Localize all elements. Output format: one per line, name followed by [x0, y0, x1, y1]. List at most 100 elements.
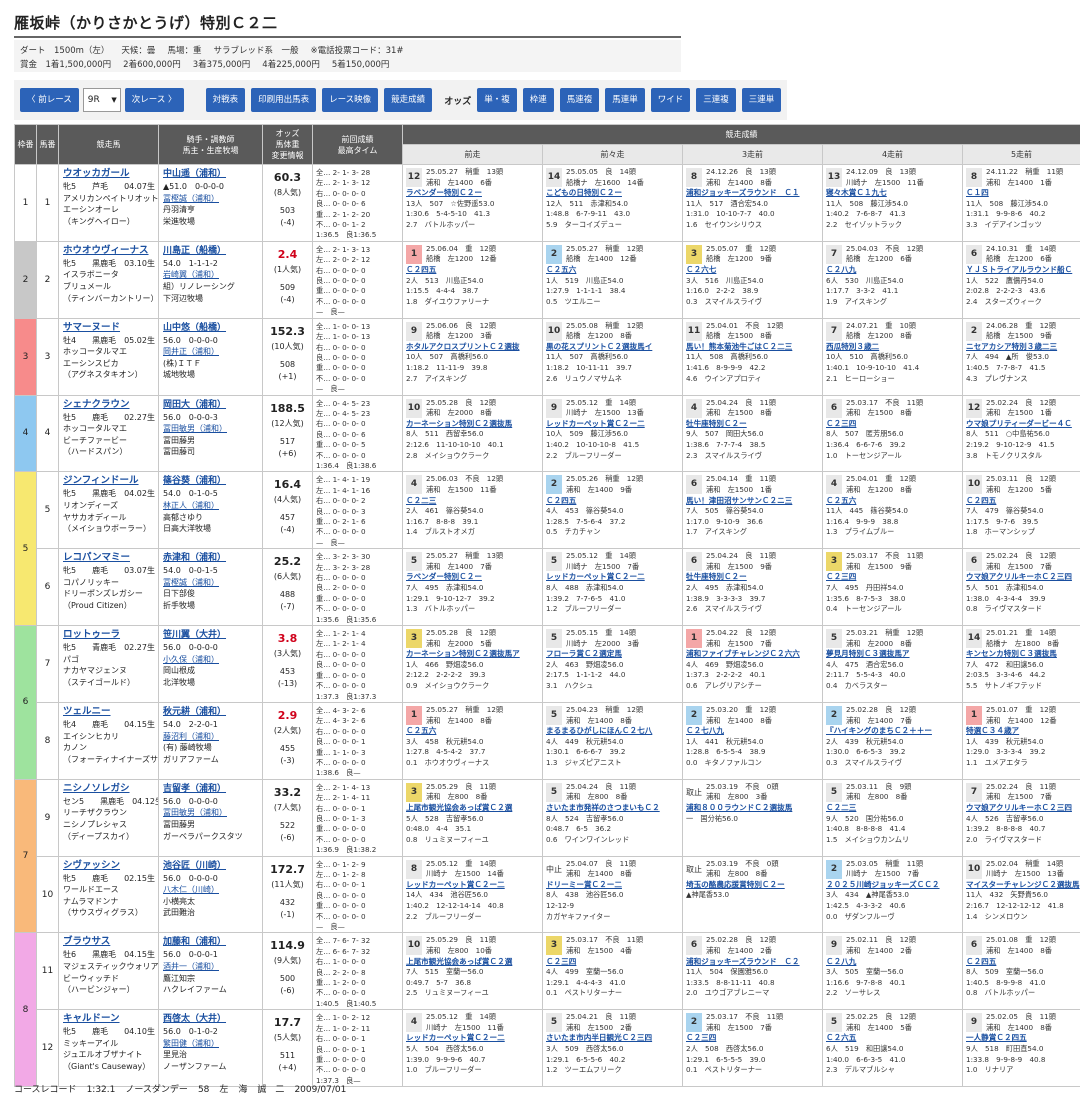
odds-exacta-button[interactable]: 馬連単 — [605, 88, 645, 112]
jockey-link[interactable]: 加藤和（浦和） — [160, 934, 262, 950]
past-race-name-link[interactable]: Ｃ２三四 — [826, 419, 960, 430]
past-race-name-link[interactable]: 浦和ファイブチャレンジＣ２六六 — [686, 649, 820, 660]
horse-name-link[interactable]: ブラウサス — [60, 934, 158, 950]
trainer-link[interactable]: 林正人（浦和） — [160, 500, 262, 512]
horse-name-link[interactable]: シヴァッシン — [60, 857, 158, 873]
past-race-name-link[interactable]: Ｃ２三四 — [546, 957, 680, 968]
jockey-link[interactable]: 笹川翼（大井） — [160, 627, 262, 643]
past-race-name-link[interactable]: キンセンカ特別Ｃ３選抜馬 — [966, 649, 1078, 660]
past-race-name-link[interactable]: さいたま市内半日観光Ｃ２三四 — [546, 1033, 680, 1044]
odds-quinella-button[interactable]: 馬連複 — [559, 88, 600, 112]
past-race-name-link[interactable]: ホタルアクロスプリントＣ２選抜 — [406, 342, 540, 353]
past-race-name-link[interactable]: Ｃ２三四 — [826, 572, 960, 583]
horse-name-link[interactable]: ツェルニー — [60, 703, 158, 719]
past-race-name-link[interactable]: レッドカーペット賞Ｃ２ー二 — [406, 1033, 540, 1044]
past-race-name-link[interactable]: 黒の花スプリントＣ２選抜馬イ — [546, 342, 680, 353]
past-race-name-link[interactable]: カーネーション特別Ｃ２選抜馬 — [406, 419, 540, 430]
odds-trio-button[interactable]: 三連複 — [696, 88, 736, 112]
race-select[interactable]: 9R — [82, 88, 121, 112]
past-race-name-link[interactable]: レッドカーペット賞Ｃ２ー二 — [406, 880, 540, 891]
past-race-name-link[interactable]: ＹＪＳトライアルラウンド船Ｃ — [966, 265, 1078, 276]
past-race-name-link[interactable]: Ｃ２六七 — [686, 265, 820, 276]
past-race-name-link[interactable]: Ｃ２五六 — [826, 496, 960, 507]
odds-trifecta-button[interactable]: 三連単 — [741, 88, 782, 112]
past-race-name-link[interactable]: 牡牛座特別Ｃ２ー — [686, 419, 820, 430]
past-race-name-link[interactable]: ウマ娘アクリルキーホＣ２三四 — [966, 803, 1078, 814]
trainer-link[interactable]: 冨田敏男（浦和） — [160, 423, 262, 435]
jockey-link[interactable]: 秋元耕（浦和） — [160, 703, 262, 719]
past-race-name-link[interactable]: Ｃ２四五 — [546, 496, 680, 507]
horse-name-link[interactable]: レコパンマミー — [60, 550, 158, 566]
past-race-name-link[interactable]: ウマ娘アクリルキーホＣ２三四 — [966, 572, 1078, 583]
past-race-name-link[interactable]: ラベンダー特別Ｃ２ー — [406, 188, 540, 199]
trainer-link[interactable]: 繁田健（浦和） — [160, 1038, 262, 1050]
jockey-link[interactable]: 池谷匠（川崎） — [160, 857, 262, 873]
trainer-link[interactable]: 岩崎翼（浦和） — [160, 269, 262, 281]
odds-wide-button[interactable]: ワイド — [650, 88, 691, 112]
past-race-name-link[interactable]: ２０２５川崎ジョッキーズＣＣ２ — [826, 880, 960, 891]
horse-name-link[interactable]: ロットゥーラ — [60, 627, 158, 643]
past-race-name-link[interactable]: こどもの日特別Ｃ２ー — [546, 188, 680, 199]
past-race-name-link[interactable]: ドリーミー賞Ｃ２ー二 — [546, 880, 680, 891]
horse-name-link[interactable]: ジンフィンドール — [60, 473, 158, 489]
trainer-link[interactable]: 藤沼利（浦和） — [160, 731, 262, 743]
past-race-name-link[interactable]: 『ハイキングのまちＣ２＋＋ー — [826, 726, 960, 737]
past-race-name-link[interactable]: Ｃ２八九 — [826, 265, 960, 276]
trainer-link[interactable]: 酒井一（浦和） — [160, 961, 262, 973]
past-race-name-link[interactable]: 浦和ジョッキーズラウンド Ｃ２ — [686, 957, 820, 968]
prev-race-button[interactable]: 〈 前レース — [20, 88, 79, 112]
horse-name-link[interactable]: キャルドーン — [60, 1011, 158, 1027]
past-race-name-link[interactable]: Ｃ１四 — [966, 188, 1078, 199]
past-race-name-link[interactable]: さいたま市発祥のさつまいもＣ２ — [546, 803, 680, 814]
past-race-name-link[interactable]: Ｃ２四五 — [966, 496, 1078, 507]
horse-name-link[interactable]: ウオッカガール — [60, 165, 158, 181]
past-race-name-link[interactable]: Ｃ２二三 — [406, 496, 540, 507]
past-race-name-link[interactable]: ウマ娘プリティーダービー４Ｃ — [966, 419, 1078, 430]
past-race-name-link[interactable]: レッドカーペット賞Ｃ２ー二 — [546, 419, 680, 430]
past-race-name-link[interactable]: マイスターチャレンジＣ２選抜馬 — [966, 880, 1080, 891]
past-race-name-link[interactable]: レッドカーペット賞Ｃ２ー二 — [546, 572, 680, 583]
past-race-name-link[interactable]: カーネーション特別Ｃ２選抜馬ア — [406, 649, 540, 660]
trainer-link[interactable]: 八木仁（川崎） — [160, 884, 262, 896]
jockey-link[interactable]: 中山遥（浦和） — [160, 165, 262, 181]
jockey-link[interactable]: 西啓太（大井） — [160, 1011, 262, 1027]
trainer-link[interactable]: 岡井正（浦和） — [160, 346, 262, 358]
trainer-link[interactable]: 冨樫誠（浦和） — [160, 577, 262, 589]
past-race-name-link[interactable]: 上尾市観光協会あっぱ賞Ｃ２選 — [406, 957, 540, 968]
past-race-name-link[interactable]: ニセアカシア特別３歳二三 — [966, 342, 1078, 353]
past-race-name-link[interactable]: 上尾市観光協会あっぱ賞Ｃ２選 — [406, 803, 540, 814]
trainer-link[interactable]: 冨樫誠（浦和） — [160, 193, 262, 205]
past-race-name-link[interactable]: 西瓜特別３歳二 — [826, 342, 960, 353]
jockey-link[interactable]: 山中悠（船橋） — [160, 319, 262, 335]
trainer-link[interactable]: 冨田敏男（浦和） — [160, 807, 262, 819]
jockey-link[interactable]: 篠谷葵（浦和） — [160, 473, 262, 489]
past-race-name-link[interactable]: Ｃ２四五 — [966, 957, 1078, 968]
next-race-button[interactable]: 次レース 〉 — [124, 88, 184, 112]
odds-bracket-button[interactable]: 枠連 — [522, 88, 554, 112]
horse-name-link[interactable]: シェナクラウン — [60, 396, 158, 412]
past-race-name-link[interactable]: 一人静賞Ｃ２四五 — [966, 1033, 1078, 1044]
horse-name-link[interactable]: ニシノソレガシ — [60, 780, 158, 796]
past-race-name-link[interactable]: まるまるひがしにほんＣ２七八 — [546, 726, 680, 737]
jockey-link[interactable]: 赤津和（浦和） — [160, 550, 262, 566]
past-race-name-link[interactable]: 浦和８００ラウンドＣ２選抜馬 — [686, 803, 820, 814]
past-race-name-link[interactable]: 寝々木賞Ｃ１九七 — [826, 188, 960, 199]
trainer-link[interactable]: 小久保（浦和） — [160, 654, 262, 666]
past-race-name-link[interactable]: Ｃ２六五 — [826, 1033, 960, 1044]
past-race-name-link[interactable]: 夢見月特別Ｃ３選抜馬ア — [826, 649, 960, 660]
past-race-name-link[interactable]: 浦和ジョッキーズラウンド Ｃ１ — [686, 188, 820, 199]
past-race-name-link[interactable]: 牡牛座特別Ｃ２ー — [686, 572, 820, 583]
jockey-link[interactable]: 岡田大（浦和） — [160, 396, 262, 412]
past-race-name-link[interactable]: 特選Ｃ３４歳ア — [966, 726, 1078, 737]
odds-win-place-button[interactable]: 単・複 — [477, 88, 517, 112]
past-race-name-link[interactable]: フローラ賞Ｃ２選定馬 — [546, 649, 680, 660]
jockey-link[interactable]: 川島正（船橋） — [160, 242, 262, 258]
past-race-name-link[interactable]: Ｃ２七八九 — [686, 726, 820, 737]
past-race-name-link[interactable]: Ｃ２五六 — [406, 726, 540, 737]
race-video-button[interactable]: レース映像 — [322, 88, 379, 112]
past-race-name-link[interactable]: Ｃ２八九 — [826, 957, 960, 968]
horse-name-link[interactable]: ホウオウヴィーナス — [60, 242, 158, 258]
past-race-name-link[interactable]: Ｃ２五六 — [546, 265, 680, 276]
past-race-name-link[interactable]: 馬い！熊本菊池牛ごはＣ２二三 — [686, 342, 820, 353]
horse-name-link[interactable]: サマーヌード — [60, 319, 158, 335]
